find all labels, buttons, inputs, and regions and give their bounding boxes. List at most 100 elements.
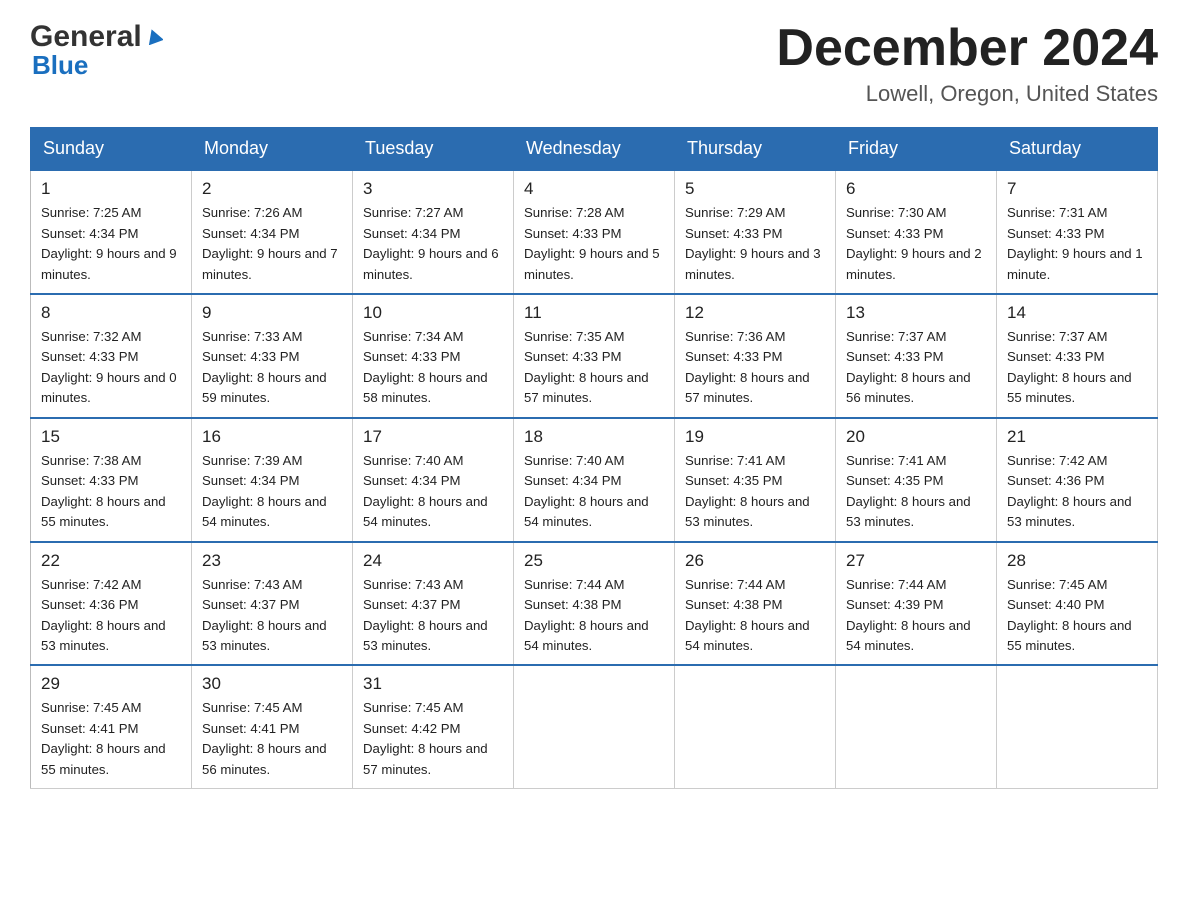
- calendar-cell: 18Sunrise: 7:40 AMSunset: 4:34 PMDayligh…: [514, 418, 675, 542]
- day-info: Sunrise: 7:45 AMSunset: 4:42 PMDaylight:…: [363, 698, 503, 780]
- day-number: 3: [363, 179, 503, 199]
- day-info: Sunrise: 7:33 AMSunset: 4:33 PMDaylight:…: [202, 327, 342, 409]
- day-info: Sunrise: 7:37 AMSunset: 4:33 PMDaylight:…: [846, 327, 986, 409]
- calendar-week-4: 22 Sunrise: 7:42 AMSunset: 4:36 PMDayligh…: [31, 542, 1158, 666]
- day-info: Sunrise: 7:44 AMSunset: 4:38 PMDaylight:…: [524, 575, 664, 657]
- calendar-cell: [675, 665, 836, 788]
- calendar-cell: [514, 665, 675, 788]
- day-info: Sunrise: 7:34 AMSunset: 4:33 PMDaylight:…: [363, 327, 503, 409]
- calendar-body: 1 Sunrise: 7:25 AMSunset: 4:34 PMDaylight…: [31, 170, 1158, 789]
- calendar-cell: 8Sunrise: 7:32 AMSunset: 4:33 PMDaylight…: [31, 294, 192, 418]
- calendar-cell: 17Sunrise: 7:40 AMSunset: 4:34 PMDayligh…: [353, 418, 514, 542]
- day-number: 6: [846, 179, 986, 199]
- calendar-cell: 11 Sunrise: 7:35 AMSunset: 4:33 PMDayligh…: [514, 294, 675, 418]
- day-info: Sunrise: 7:27 AMSunset: 4:34 PMDaylight:…: [363, 203, 503, 285]
- calendar-table: SundayMondayTuesdayWednesdayThursdayFrid…: [30, 127, 1158, 789]
- day-number: 23: [202, 551, 342, 571]
- calendar-cell: 7 Sunrise: 7:31 AMSunset: 4:33 PMDaylight…: [997, 170, 1158, 294]
- calendar-cell: 3 Sunrise: 7:27 AMSunset: 4:34 PMDaylight…: [353, 170, 514, 294]
- day-info: Sunrise: 7:42 AMSunset: 4:36 PMDaylight:…: [41, 575, 181, 657]
- calendar-header-saturday: Saturday: [997, 128, 1158, 171]
- calendar-cell: 26 Sunrise: 7:44 AMSunset: 4:38 PMDayligh…: [675, 542, 836, 666]
- day-info: Sunrise: 7:36 AMSunset: 4:33 PMDaylight:…: [685, 327, 825, 409]
- day-number: 8: [41, 303, 181, 323]
- day-number: 13: [846, 303, 986, 323]
- calendar-header-wednesday: Wednesday: [514, 128, 675, 171]
- calendar-cell: 31 Sunrise: 7:45 AMSunset: 4:42 PMDayligh…: [353, 665, 514, 788]
- calendar-cell: 4 Sunrise: 7:28 AMSunset: 4:33 PMDaylight…: [514, 170, 675, 294]
- day-number: 14: [1007, 303, 1147, 323]
- day-number: 2: [202, 179, 342, 199]
- day-info: Sunrise: 7:35 AMSunset: 4:33 PMDaylight:…: [524, 327, 664, 409]
- calendar-cell: [997, 665, 1158, 788]
- day-info: Sunrise: 7:41 AMSunset: 4:35 PMDaylight:…: [846, 451, 986, 533]
- day-info: Sunrise: 7:45 AMSunset: 4:40 PMDaylight:…: [1007, 575, 1147, 657]
- day-number: 31: [363, 674, 503, 694]
- calendar-header-thursday: Thursday: [675, 128, 836, 171]
- day-number: 9: [202, 303, 342, 323]
- calendar-cell: 30 Sunrise: 7:45 AMSunset: 4:41 PMDayligh…: [192, 665, 353, 788]
- calendar-cell: 9 Sunrise: 7:33 AMSunset: 4:33 PMDaylight…: [192, 294, 353, 418]
- day-info: Sunrise: 7:37 AMSunset: 4:33 PMDaylight:…: [1007, 327, 1147, 409]
- day-info: Sunrise: 7:43 AMSunset: 4:37 PMDaylight:…: [363, 575, 503, 657]
- calendar-week-2: 8Sunrise: 7:32 AMSunset: 4:33 PMDaylight…: [31, 294, 1158, 418]
- calendar-header-friday: Friday: [836, 128, 997, 171]
- location: Lowell, Oregon, United States: [776, 81, 1158, 107]
- day-number: 22: [41, 551, 181, 571]
- day-number: 7: [1007, 179, 1147, 199]
- day-number: 11: [524, 303, 664, 323]
- day-number: 16: [202, 427, 342, 447]
- day-info: Sunrise: 7:28 AMSunset: 4:33 PMDaylight:…: [524, 203, 664, 285]
- day-info: Sunrise: 7:26 AMSunset: 4:34 PMDaylight:…: [202, 203, 342, 285]
- day-number: 27: [846, 551, 986, 571]
- calendar-cell: 23 Sunrise: 7:43 AMSunset: 4:37 PMDayligh…: [192, 542, 353, 666]
- day-info: Sunrise: 7:39 AMSunset: 4:34 PMDaylight:…: [202, 451, 342, 533]
- calendar-cell: 29Sunrise: 7:45 AMSunset: 4:41 PMDayligh…: [31, 665, 192, 788]
- calendar-week-1: 1 Sunrise: 7:25 AMSunset: 4:34 PMDaylight…: [31, 170, 1158, 294]
- logo-triangle-icon: [145, 27, 163, 50]
- day-info: Sunrise: 7:30 AMSunset: 4:33 PMDaylight:…: [846, 203, 986, 285]
- day-number: 4: [524, 179, 664, 199]
- day-info: Sunrise: 7:25 AMSunset: 4:34 PMDaylight:…: [41, 203, 181, 285]
- calendar-cell: 19Sunrise: 7:41 AMSunset: 4:35 PMDayligh…: [675, 418, 836, 542]
- day-info: Sunrise: 7:45 AMSunset: 4:41 PMDaylight:…: [202, 698, 342, 780]
- calendar-cell: 1 Sunrise: 7:25 AMSunset: 4:34 PMDaylight…: [31, 170, 192, 294]
- day-number: 20: [846, 427, 986, 447]
- day-info: Sunrise: 7:43 AMSunset: 4:37 PMDaylight:…: [202, 575, 342, 657]
- logo: General Blue: [30, 20, 163, 81]
- calendar-cell: 27 Sunrise: 7:44 AMSunset: 4:39 PMDayligh…: [836, 542, 997, 666]
- day-number: 12: [685, 303, 825, 323]
- calendar-header-monday: Monday: [192, 128, 353, 171]
- calendar-week-5: 29 Sunrise: 7:45 AMSunset: 4:41 PMDayligh…: [31, 665, 1158, 788]
- calendar-header-tuesday: Tuesday: [353, 128, 514, 171]
- day-number: 10: [363, 303, 503, 323]
- day-number: 29: [41, 674, 181, 694]
- calendar-header-row: SundayMondayTuesdayWednesdayThursdayFrid…: [31, 128, 1158, 171]
- calendar-cell: 2 Sunrise: 7:26 AMSunset: 4:34 PMDaylight…: [192, 170, 353, 294]
- calendar-cell: 20 Sunrise: 7:41 AMSunset: 4:35 PMDayligh…: [836, 418, 997, 542]
- day-number: 24: [363, 551, 503, 571]
- day-info: Sunrise: 7:44 AMSunset: 4:39 PMDaylight:…: [846, 575, 986, 657]
- logo-name-part2: Blue: [32, 50, 88, 81]
- day-number: 26: [685, 551, 825, 571]
- calendar-cell: 14 Sunrise: 7:37 AMSunset: 4:33 PMDayligh…: [997, 294, 1158, 418]
- day-number: 1: [41, 179, 181, 199]
- month-year: December 2024: [776, 20, 1158, 77]
- day-info: Sunrise: 7:44 AMSunset: 4:38 PMDaylight:…: [685, 575, 825, 657]
- page-header: General Blue December 2024 Lowell, Orego…: [30, 20, 1158, 107]
- day-info: Sunrise: 7:41 AMSunset: 4:35 PMDaylight:…: [685, 451, 825, 533]
- calendar-cell: 13 Sunrise: 7:37 AMSunset: 4:33 PMDayligh…: [836, 294, 997, 418]
- day-number: 25: [524, 551, 664, 571]
- calendar-cell: [836, 665, 997, 788]
- calendar-cell: 21Sunrise: 7:42 AMSunset: 4:36 PMDayligh…: [997, 418, 1158, 542]
- day-info: Sunrise: 7:29 AMSunset: 4:33 PMDaylight:…: [685, 203, 825, 285]
- day-number: 30: [202, 674, 342, 694]
- day-info: Sunrise: 7:38 AMSunset: 4:33 PMDaylight:…: [41, 451, 181, 533]
- day-number: 5: [685, 179, 825, 199]
- day-info: Sunrise: 7:31 AMSunset: 4:33 PMDaylight:…: [1007, 203, 1147, 285]
- calendar-cell: 6 Sunrise: 7:30 AMSunset: 4:33 PMDaylight…: [836, 170, 997, 294]
- day-info: Sunrise: 7:40 AMSunset: 4:34 PMDaylight:…: [363, 451, 503, 533]
- day-number: 15: [41, 427, 181, 447]
- logo-name-part1: General: [30, 20, 142, 54]
- calendar-cell: 16 Sunrise: 7:39 AMSunset: 4:34 PMDayligh…: [192, 418, 353, 542]
